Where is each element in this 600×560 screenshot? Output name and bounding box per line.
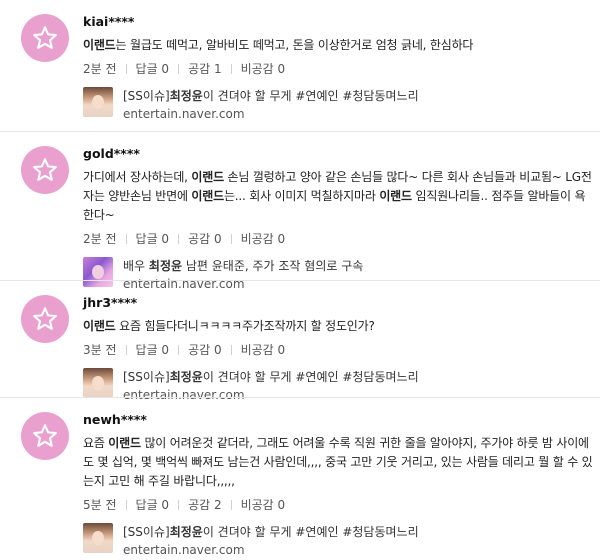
username[interactable]: gold****: [83, 146, 593, 164]
avatar[interactable]: [21, 412, 69, 460]
comment-text: 이랜드는 월급도 떼먹고, 알바비도 떼먹고, 돈을 이상한거로 엄청 긁네, …: [83, 38, 474, 52]
reply-button[interactable]: 답글 0: [136, 61, 170, 77]
reply-button[interactable]: 답글 0: [136, 342, 170, 358]
star-outline-icon: [33, 158, 57, 181]
timestamp: 3분 전: [83, 343, 117, 357]
article-domain: entertain.naver.com: [123, 543, 245, 557]
avatar[interactable]: [21, 14, 69, 62]
timestamp: 2분 전: [83, 62, 117, 76]
comment-meta: 2분 전 답글 0 공감 0 비공감 0: [83, 231, 593, 247]
comment-text: 가디에서 장사하는데, 이랜드 손님 껄렁하고 양아 같은 손님들 많다~ 다른…: [83, 170, 592, 222]
comment-meta: 2분 전 답글 0 공감 1 비공감 0: [83, 61, 593, 77]
dislike-button[interactable]: 비공감 0: [241, 231, 286, 247]
timestamp: 2분 전: [83, 232, 117, 246]
article-domain: entertain.naver.com: [123, 388, 245, 402]
article-title[interactable]: [SS이슈]최정윤이 견뎌야 할 무게 #연예인 #청담동며느리: [123, 87, 419, 105]
dislike-button[interactable]: 비공감 0: [241, 61, 286, 77]
star-outline-icon: [33, 424, 57, 447]
article-thumbnail: [83, 87, 113, 117]
article-domain: entertain.naver.com: [123, 107, 245, 121]
like-button[interactable]: 공감 0: [188, 231, 222, 247]
article-domain: entertain.naver.com: [123, 277, 245, 291]
article-thumbnail: [83, 257, 113, 287]
article-title[interactable]: [SS이슈]최정윤이 견뎌야 할 무게 #연예인 #청담동며느리: [123, 523, 419, 541]
username[interactable]: newh****: [83, 412, 593, 430]
article-link[interactable]: [SS이슈]최정윤이 견뎌야 할 무게 #연예인 #청담동며느리 enterta…: [83, 368, 593, 404]
comment-text: 이랜드 요즘 힘들다더니ㅋㅋㅋㅋ주가조작까지 할 정도인가?: [83, 319, 375, 333]
like-button[interactable]: 공감 1: [188, 61, 222, 77]
timestamp: 5분 전: [83, 498, 117, 512]
avatar[interactable]: [21, 146, 69, 194]
article-link[interactable]: 배우 최정윤 남편 윤태준, 주가 조작 혐의로 구속 entertain.na…: [83, 257, 593, 293]
like-button[interactable]: 공감 0: [188, 342, 222, 358]
reply-button[interactable]: 답글 0: [136, 497, 170, 513]
like-button[interactable]: 공감 2: [188, 497, 222, 513]
article-title[interactable]: [SS이슈]최정윤이 견뎌야 할 무게 #연예인 #청담동며느리: [123, 368, 419, 386]
comment-text: 요즘 이랜드 많이 어려운것 같더라, 그래도 어려울 수록 직원 귀한 줄을 …: [83, 436, 593, 488]
article-link[interactable]: [SS이슈]최정윤이 견뎌야 할 무게 #연예인 #청담동며느리 enterta…: [83, 523, 593, 559]
star-outline-icon: [33, 307, 57, 330]
dislike-button[interactable]: 비공감 0: [241, 497, 286, 513]
article-thumbnail: [83, 368, 113, 398]
article-title[interactable]: 배우 최정윤 남편 윤태준, 주가 조작 혐의로 구속: [123, 257, 363, 275]
divider: [0, 280, 600, 281]
divider: [0, 397, 600, 398]
comment-meta: 3분 전 답글 0 공감 0 비공감 0: [83, 342, 593, 358]
article-thumbnail: [83, 523, 113, 553]
divider: [0, 131, 600, 132]
username[interactable]: jhr3****: [83, 295, 593, 313]
avatar[interactable]: [21, 295, 69, 343]
dislike-button[interactable]: 비공감 0: [241, 342, 286, 358]
username[interactable]: kiai****: [83, 14, 593, 32]
article-link[interactable]: [SS이슈]최정윤이 견뎌야 할 무게 #연예인 #청담동며느리 enterta…: [83, 87, 593, 123]
star-outline-icon: [33, 26, 57, 49]
comment-meta: 5분 전 답글 0 공감 2 비공감 0: [83, 497, 593, 513]
reply-button[interactable]: 답글 0: [136, 231, 170, 247]
